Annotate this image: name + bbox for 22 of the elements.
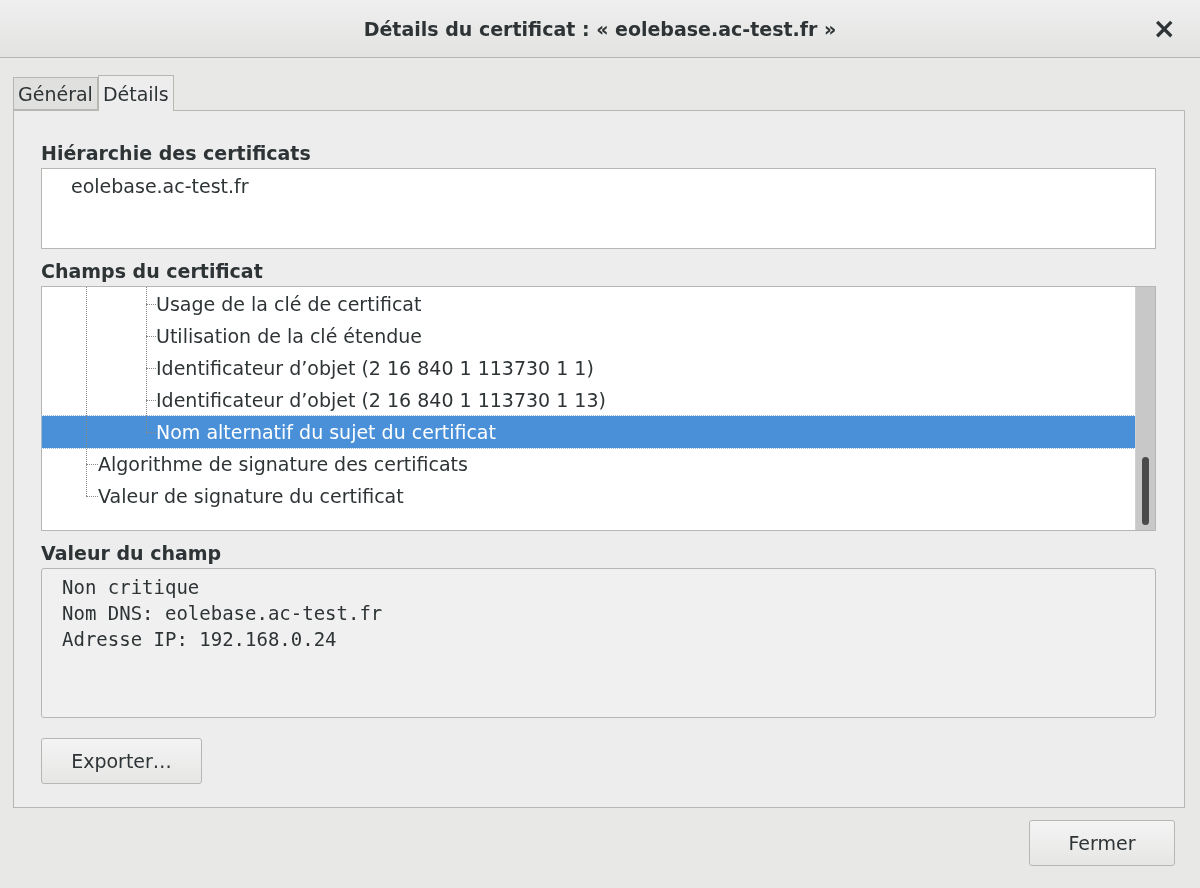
tree-row[interactable]: Usage de la clé de certificat — [42, 288, 1135, 320]
scrollbar[interactable] — [1135, 287, 1155, 530]
tree-row[interactable]: Utilisation de la clé étendue — [42, 320, 1135, 352]
tree-item[interactable]: eolebase.ac-test.fr — [42, 169, 249, 201]
tree-row[interactable]: Valeur de signature du certificat — [42, 480, 1135, 512]
export-button[interactable]: Exporter… — [41, 738, 202, 784]
section-heading: Valeur du champ — [41, 541, 223, 566]
value-line: Nom DNS: eolebase.ac-test.fr — [62, 601, 384, 626]
tree-row[interactable]: Identificateur d’objet (2 16 840 1 113730 1 1) — [42, 352, 1135, 384]
tab[interactable]: Détails — [97, 75, 174, 111]
tree-row[interactable]: Algorithme de signature des certificats — [42, 448, 1135, 480]
section-heading: Champs du certificat — [41, 259, 264, 284]
value-line: Non critique — [62, 575, 201, 600]
section-heading: Hiérarchie des certificats — [41, 141, 312, 166]
close-dialog-button[interactable]: Fermer — [1029, 820, 1175, 866]
value-line: Adresse IP: 192.168.0.24 — [62, 627, 338, 652]
scrollbar-thumb[interactable] — [1142, 457, 1149, 525]
close-button[interactable]: × — [1146, 12, 1182, 45]
tab[interactable]: Général — [13, 77, 98, 110]
value-field[interactable]: Non critique Nom DNS: eolebase.ac-test.fr Adresse IP: 192.168.0.24 — [41, 568, 1156, 718]
tree-row[interactable]: Identificateur d’objet (2 16 840 1 113730 1 13) — [42, 384, 1135, 416]
window-title: Détails du certificat : « eolebase.ac-test.fr » — [363, 17, 837, 40]
